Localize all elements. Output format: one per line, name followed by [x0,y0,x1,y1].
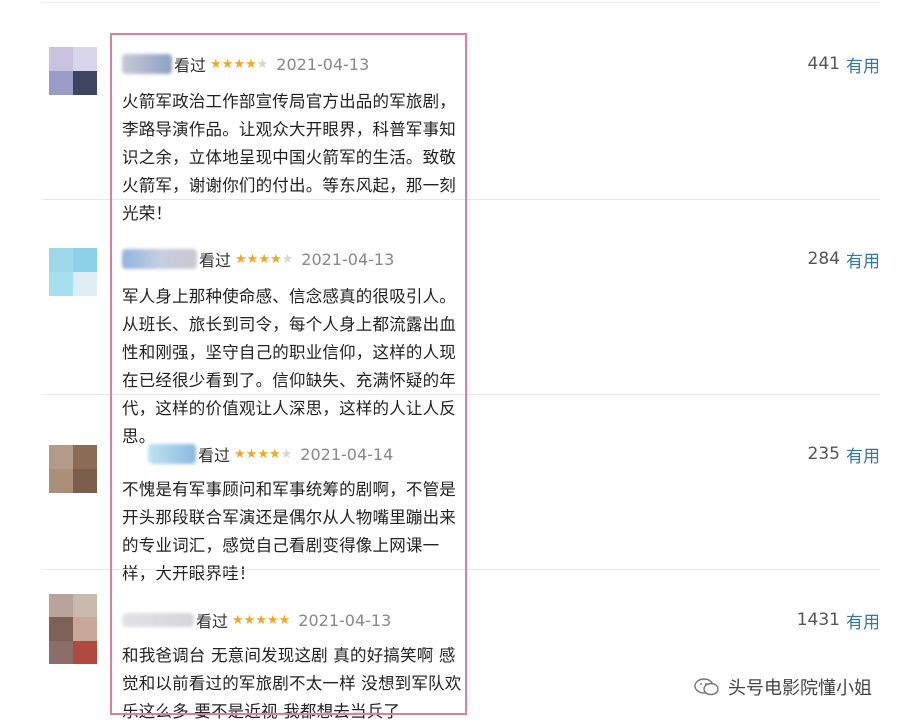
comment-date: 2021-04-14 [300,444,394,464]
avatar-cell [49,71,73,95]
username-blurred[interactable] [122,249,197,269]
comment-date: 2021-04-13 [276,54,370,74]
comment-text: 和我爸调台 无意间发现这剧 真的好搞笑啊 感觉和以前看过的军旅剧不太一样 没想到… [122,646,462,721]
comment-meta: 看过 ★★★★★ 2021-04-14 [122,442,393,466]
comment-meta: 看过 ★★★★★ 2021-04-13 [122,52,369,76]
comment-item: 看过 ★★★★★ 2021-04-13 441 有用 火箭军政治工作部宣传局官方… [42,0,880,223]
avatar-cell [49,47,73,71]
vote-area: 284 有用 [807,247,880,272]
avatar-cell [49,594,73,618]
username-blurred[interactable] [148,444,196,464]
avatar-cell [73,248,97,272]
avatar-cell [49,640,73,664]
avatar[interactable] [49,248,97,296]
comment-meta: 看过 ★★★★★ 2021-04-13 [122,247,394,271]
vote-area: 235 有用 [807,442,880,467]
avatar-cell [73,445,97,469]
avatar-cell [49,469,73,493]
avatar-cell [49,617,73,641]
avatar[interactable] [49,594,97,664]
avatar-cell [73,640,97,664]
avatar-cell [73,617,97,641]
avatar-cell [49,248,73,272]
vote-count: 284 [807,249,840,269]
useful-button[interactable]: 有用 [846,442,880,467]
comment-meta: 看过 ★★★★★ 2021-04-13 [122,608,391,632]
rating-stars-icon: ★★★★★ [235,251,294,267]
avatar-cell [73,272,97,296]
avatar-cell [73,71,97,95]
useful-button[interactable]: 有用 [846,52,880,77]
vote-area: 1431 有用 [796,608,880,633]
watched-label: 看过 [198,446,231,465]
rating-stars-icon: ★★★★★ [234,446,293,462]
avatar-cell [73,47,97,71]
comment-date: 2021-04-13 [298,610,392,630]
watermark: 头号电影院懂小姐 [694,674,872,700]
avatar-cell [73,469,97,493]
avatar-cell [49,272,73,296]
avatar[interactable] [49,47,97,95]
watermark-text: 头号电影院懂小姐 [728,678,872,699]
watched-label: 看过 [199,251,232,270]
avatar-cell [73,594,97,618]
watched-label: 看过 [196,612,229,631]
rating-stars-icon: ★★★★★ [232,612,291,628]
avatar[interactable] [49,445,97,493]
comment-item: 看过 ★★★★★ 2021-04-14 235 有用 不愧是有军事顾问和军事统筹… [42,395,880,583]
username-blurred[interactable] [122,54,172,74]
username-blurred[interactable] [122,613,194,627]
comment-date: 2021-04-13 [301,249,395,269]
vote-count: 235 [807,444,840,464]
useful-button[interactable]: 有用 [846,247,880,272]
vote-count: 441 [807,54,840,74]
vote-area: 441 有用 [807,52,880,77]
comment-item: 看过 ★★★★★ 2021-04-13 284 有用 军人身上那种使命感、信念感… [42,200,880,446]
avatar-cell [49,445,73,469]
rating-stars-icon: ★★★★★ [210,56,269,72]
vote-count: 1431 [796,610,840,630]
useful-button[interactable]: 有用 [846,608,880,633]
watched-label: 看过 [174,56,207,75]
wechat-icon [694,678,719,696]
